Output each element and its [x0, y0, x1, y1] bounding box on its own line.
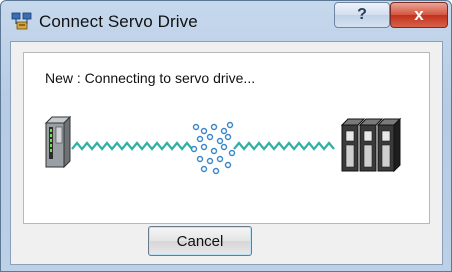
controller-icon [44, 115, 72, 169]
connection-illustration [44, 115, 402, 175]
help-icon: ? [357, 6, 367, 23]
dialog-window: Connect Servo Drive ? x New : Connecting… [0, 0, 452, 272]
title-bar[interactable]: Connect Servo Drive ? x [1, 1, 451, 41]
help-button[interactable]: ? [334, 2, 390, 28]
close-icon: x [414, 5, 424, 24]
signal-sparks-icon [190, 121, 236, 175]
connection-wave-icon [71, 141, 335, 151]
close-button[interactable]: x [390, 2, 448, 28]
cancel-button[interactable]: Cancel [148, 226, 252, 256]
network-drive-icon [11, 12, 32, 30]
window-title: Connect Servo Drive [39, 12, 198, 31]
dialog-body: New : Connecting to servo drive... Cance… [10, 41, 443, 265]
cancel-button-label: Cancel [176, 232, 224, 250]
servo-drive-rack-icon [340, 117, 402, 173]
content-frame: New : Connecting to servo drive... [23, 52, 430, 224]
